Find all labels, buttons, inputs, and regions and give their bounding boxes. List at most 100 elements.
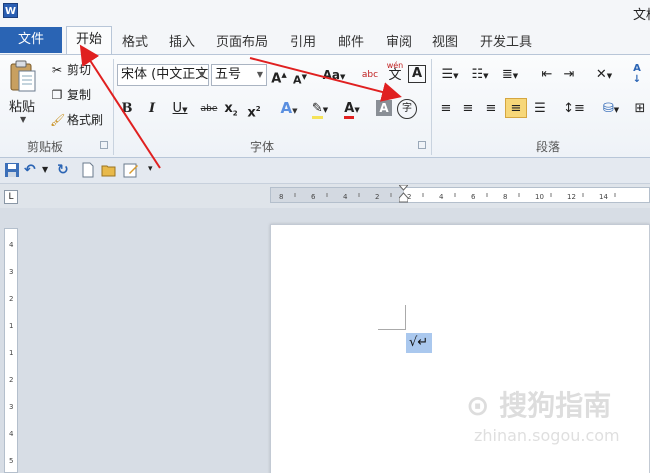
customize-qat-icon[interactable]: ▾ [148,164,164,180]
numbering-icon: ☷ [471,67,484,82]
ruler-tick-label: 5 [9,457,13,465]
tab-mailings[interactable]: 邮件 [338,31,364,50]
undo-icon[interactable]: ↶ [24,162,40,178]
align-left-button[interactable]: ≡ [437,99,455,119]
decrease-indent-button[interactable]: ⇤ [538,65,556,85]
align-right-button[interactable]: ≡ [482,99,500,119]
ruler-tick-label: 8 [503,193,507,201]
format-painter-button[interactable]: 🖌 格式刷 [50,111,103,128]
selected-check-mark[interactable]: √↵ [406,333,432,353]
tab-developer[interactable]: 开发工具 [480,31,532,50]
shading-button[interactable]: ⛁▼ [597,99,625,119]
horizontal-ruler[interactable]: 8 6 4 2 2 4 6 8 10 12 14 [270,184,650,203]
bullets-button[interactable]: ☰▼ [437,65,463,85]
tab-page-layout[interactable]: 页面布局 [216,31,268,50]
ruler-tick-label: 1 [9,349,13,357]
ruler-row: L 8 6 4 2 2 4 6 8 10 12 14 [0,184,650,208]
highlighter-icon: ✎ [311,101,323,119]
clipboard-group-label: 剪贴板 [27,140,64,154]
font-launcher-icon[interactable] [418,141,426,149]
change-case-button[interactable]: Aa▼ [322,65,346,85]
underline-button[interactable]: U▼ [168,99,192,119]
copy-button[interactable]: ❐ 复制 [50,86,91,103]
font-color-button[interactable]: A▼ [339,99,365,119]
paste-button[interactable]: 粘贴 [9,96,35,115]
character-border-button[interactable]: A [408,65,426,83]
enclose-characters-button[interactable]: 字 [397,99,417,119]
ruler-tick-label: 2 [375,193,379,201]
save-icon[interactable] [4,162,20,178]
tab-home[interactable]: 开始 [66,26,112,55]
ribbon-tabs: 文件 开始 格式 插入 页面布局 引用 邮件 审阅 视图 开发工具 [0,26,650,55]
phonetic-guide-button[interactable]: wén 文 [384,61,406,82]
align-left-icon: ≡ [440,101,452,116]
bold-button[interactable]: B [120,99,134,119]
ruler-tick-label: 2 [9,376,13,384]
subscript-button[interactable]: x2 [223,99,239,119]
ruler-tick-label: 4 [343,193,348,201]
sort-button[interactable]: A ↓ [630,63,644,85]
align-center-button[interactable]: ≡ [459,99,477,119]
redo-icon[interactable]: ↻ [57,162,73,178]
document-title: 文档 [633,8,650,23]
ruler-tick-label: 3 [9,403,13,411]
ruler-tick-label: 4 [9,430,14,438]
justify-icon: ≡ [510,101,522,116]
tab-file[interactable]: 文件 [0,27,62,53]
tab-references[interactable]: 引用 [290,31,316,50]
new-document-icon[interactable] [80,162,96,178]
undo-dropdown-icon[interactable]: ▼ [42,165,58,181]
decrease-indent-icon: ⇤ [541,67,553,82]
borders-icon: ⊞ [634,101,646,116]
tab-review[interactable]: 审阅 [386,31,412,50]
chevron-down-icon: ▼ [256,70,263,79]
increase-indent-button[interactable]: ⇥ [560,65,578,85]
indent-marker-icon[interactable] [397,184,410,203]
line-spacing-button[interactable]: ↕≡ [562,99,586,119]
align-right-icon: ≡ [485,101,497,116]
clear-formatting-button[interactable]: abc [360,65,380,85]
multilevel-list-button[interactable]: ≣▼ [497,65,523,85]
font-name-select[interactable]: 宋体 (中文正文 ▼ [117,64,209,86]
group-divider [113,59,114,155]
highlight-color-button[interactable]: ✎▼ [307,99,333,119]
justify-button[interactable]: ≡ [505,98,527,118]
chinese-layout-button[interactable]: ✕▼ [590,65,618,85]
ribbon: 粘贴 ▼ ✂ 剪切 ❐ 复制 🖌 格式刷 剪贴板 宋体 (中文正文 ▼ 五号 ▼ A▲ A… [0,54,650,158]
open-folder-icon[interactable] [101,162,117,178]
increase-indent-icon: ⇥ [563,67,575,82]
ruler-tick-label: 14 [599,193,608,201]
word-app-icon[interactable]: W [3,3,18,18]
clipboard-launcher-icon[interactable] [100,141,108,149]
brush-icon: 🖌 [50,113,66,127]
vertical-ruler[interactable]: 4 3 2 1 1 2 3 4 5 [4,228,18,473]
ruler-tick-label: 2 [9,295,13,303]
cut-button[interactable]: ✂ 剪切 [50,61,91,78]
tab-stop-selector[interactable]: L [4,190,18,204]
group-divider [431,59,432,155]
numbering-button[interactable]: ☷▼ [467,65,493,85]
text-effects-button[interactable]: A▼ [276,98,302,118]
character-shading-button[interactable]: A [376,100,392,116]
align-center-icon: ≡ [462,101,474,116]
chinese-layout-icon: ✕ [595,67,607,82]
borders-button[interactable]: ⊞ [632,99,648,119]
sogou-logo-icon: ⊙ [466,389,490,422]
font-size-select[interactable]: 五号 ▼ [211,64,267,86]
distributed-button[interactable]: ☰ [531,99,549,119]
margin-corner-mark [378,329,406,330]
vertical-ruler-ticks: 4 3 2 1 1 2 3 4 5 [9,241,14,465]
multilevel-list-icon: ≣ [501,67,513,82]
strikethrough-button[interactable]: abe [199,99,219,119]
tab-view[interactable]: 视图 [432,31,458,50]
edit-document-icon[interactable] [123,162,139,178]
italic-button[interactable]: I [146,99,158,119]
shrink-font-button[interactable]: A▼ [293,67,307,87]
tab-format[interactable]: 格式 [122,31,148,50]
ruler-tick-label: 6 [311,193,316,201]
tab-insert[interactable]: 插入 [169,31,195,50]
paste-icon[interactable] [8,59,38,93]
paste-dropdown-icon[interactable]: ▼ [20,115,26,124]
superscript-button[interactable]: x2 [245,99,263,120]
grow-font-button[interactable]: A▲ [271,65,287,86]
